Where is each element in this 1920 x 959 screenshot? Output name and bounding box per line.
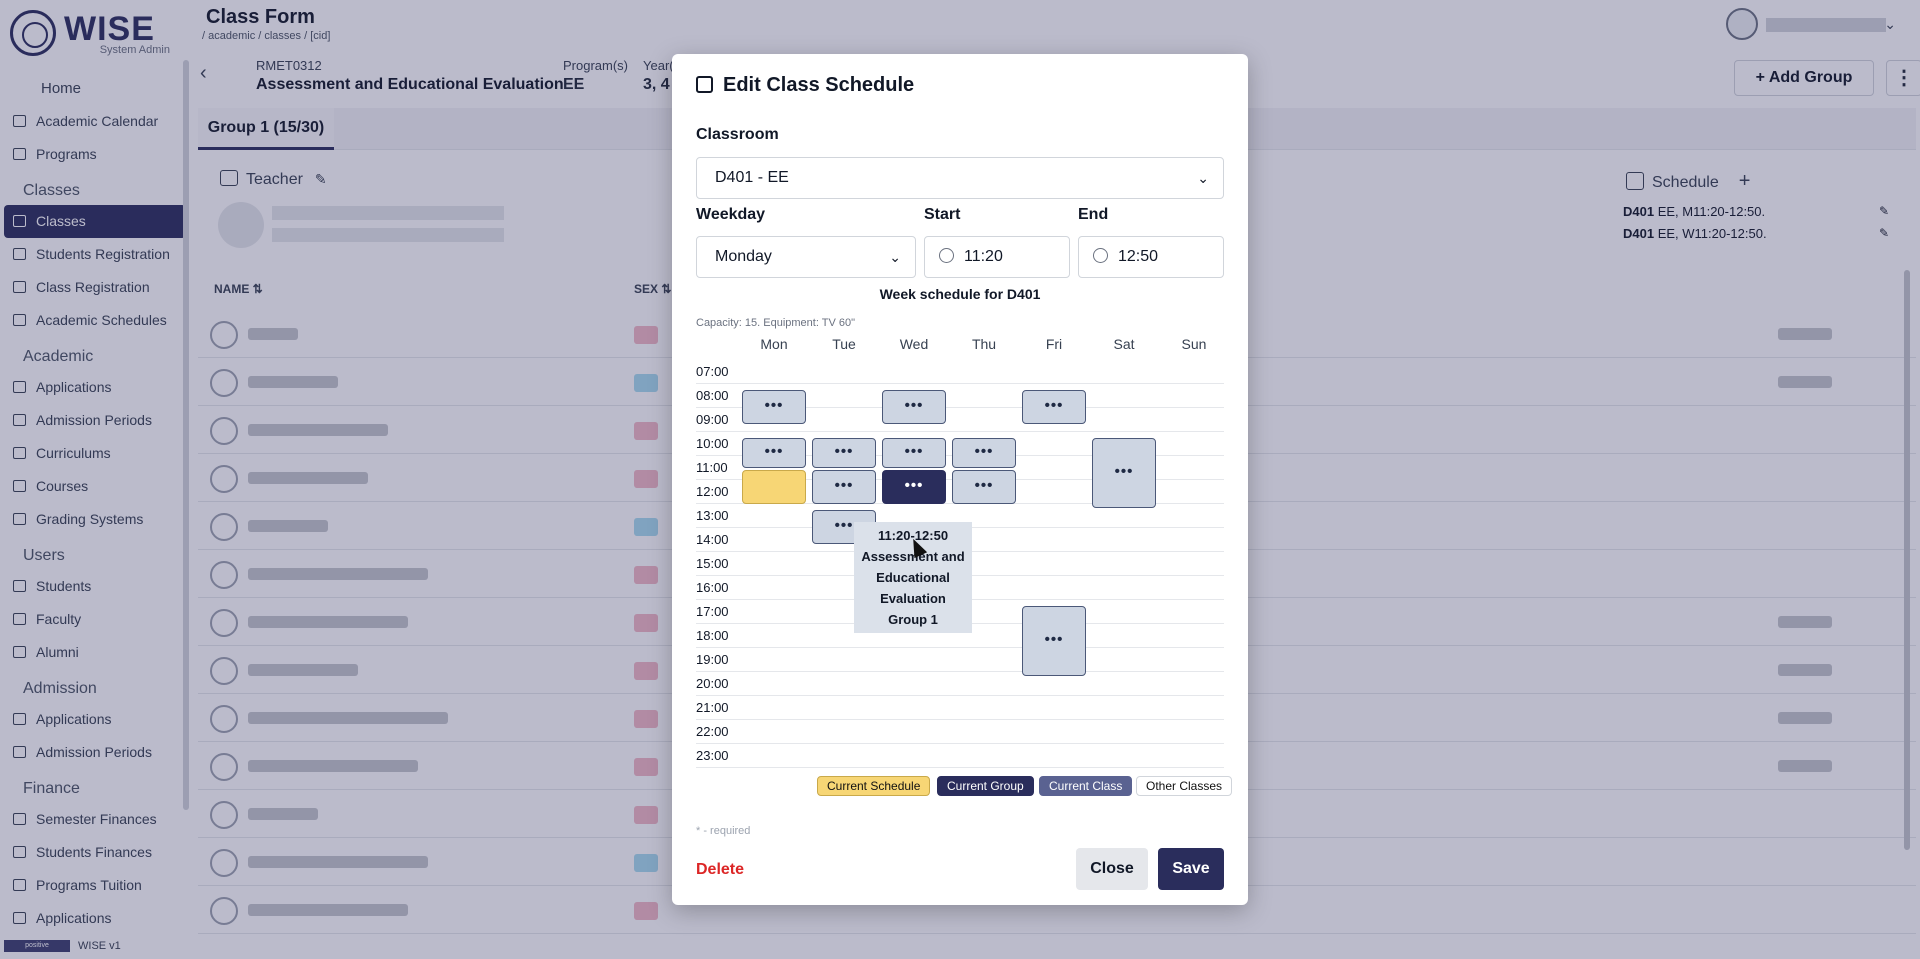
end-label: End xyxy=(1078,206,1109,223)
clock-icon xyxy=(939,248,954,263)
schedule-block-other[interactable]: ••• xyxy=(1022,390,1086,424)
legend-other-classes: Other Classes xyxy=(1136,776,1233,796)
schedule-block-other[interactable]: ••• xyxy=(812,469,876,504)
day-header: Sat xyxy=(1113,336,1135,352)
hour-label: 12:00 xyxy=(696,484,729,499)
weekday-label: Weekday xyxy=(696,206,766,223)
hour-label: 07:00 xyxy=(696,364,729,379)
legend-current-schedule: Current Schedule xyxy=(817,776,931,796)
schedule-block-other[interactable]: ••• xyxy=(952,469,1016,504)
clock-icon xyxy=(1093,248,1108,263)
schedule-block-other[interactable]: ••• xyxy=(882,390,946,424)
required-note: * - required xyxy=(696,825,751,837)
schedule-block-current[interactable] xyxy=(742,469,806,504)
hour-label: 09:00 xyxy=(696,412,729,427)
dialog-title-text: Edit Class Schedule xyxy=(723,74,915,96)
weekday-select[interactable]: Monday ⌄ xyxy=(696,236,916,278)
classroom-label: Classroom xyxy=(696,126,779,143)
schedule-block-other[interactable]: ••• xyxy=(742,438,806,468)
hour-label: 18:00 xyxy=(696,628,729,643)
legend-current-class: Current Class xyxy=(1039,776,1133,796)
calendar-clock-icon xyxy=(696,76,713,93)
schedule-block-other[interactable]: ••• xyxy=(742,390,806,424)
save-button[interactable]: Save xyxy=(1158,848,1224,890)
chevron-down-icon: ⌄ xyxy=(1197,170,1209,186)
start-label: Start xyxy=(924,206,961,223)
day-header: Mon xyxy=(760,336,788,352)
hour-label: 17:00 xyxy=(696,604,729,619)
week-schedule-title: Week schedule for D401 xyxy=(879,286,1041,302)
tooltip-line: Educational xyxy=(876,570,950,585)
day-header: Wed xyxy=(899,336,929,352)
delete-button[interactable]: Delete xyxy=(696,861,744,879)
schedule-block-other[interactable]: ••• xyxy=(1022,606,1086,676)
hour-row: 23:00 xyxy=(696,744,1224,768)
tooltip-line: Evaluation xyxy=(880,591,946,606)
schedule-block-other[interactable]: ••• xyxy=(1092,438,1156,508)
hour-row: 21:00 xyxy=(696,696,1224,720)
schedule-block-other[interactable]: ••• xyxy=(812,438,876,468)
schedule-block-other[interactable]: ••• xyxy=(952,438,1016,468)
hour-label: 20:00 xyxy=(696,676,729,691)
hour-label: 22:00 xyxy=(696,724,729,739)
day-header: Sun xyxy=(1181,336,1207,352)
hour-row: 20:00 xyxy=(696,672,1224,696)
close-button[interactable]: Close xyxy=(1076,848,1148,890)
start-time-value: 11:20 xyxy=(964,248,1003,265)
tooltip-line: Group 1 xyxy=(888,612,938,627)
hour-label: 14:00 xyxy=(696,532,729,547)
end-time-input[interactable]: 12:50 xyxy=(1078,236,1224,278)
hour-label: 23:00 xyxy=(696,748,729,763)
hour-label: 11:00 xyxy=(696,460,728,475)
hour-label: 13:00 xyxy=(696,508,729,523)
day-header: Thu xyxy=(971,336,997,352)
hour-row: 22:00 xyxy=(696,720,1224,744)
hour-label: 21:00 xyxy=(696,700,729,715)
day-header: Tue xyxy=(832,336,856,352)
hour-label: 15:00 xyxy=(696,556,729,571)
classroom-select[interactable]: D401 - EE ⌄ xyxy=(696,157,1224,199)
hour-label: 19:00 xyxy=(696,652,729,667)
schedule-block-group[interactable]: ••• xyxy=(882,469,946,504)
room-capacity: Capacity: 15. Equipment: TV 60" xyxy=(696,317,856,329)
weekday-value: Monday xyxy=(715,248,772,265)
schedule-block-other[interactable]: ••• xyxy=(882,438,946,468)
dialog-title: Edit Class Schedule xyxy=(696,74,914,97)
hour-row: 19:00 xyxy=(696,648,1224,672)
hour-label: 16:00 xyxy=(696,580,729,595)
hour-label: 10:00 xyxy=(696,436,729,451)
end-time-value: 12:50 xyxy=(1118,248,1159,265)
legend-current-group: Current Group xyxy=(937,776,1034,796)
start-time-input[interactable]: 11:20 xyxy=(924,236,1070,278)
day-header: Fri xyxy=(1045,336,1063,352)
edit-schedule-dialog: Edit Class Schedule Classroom D401 - EE ⌄… xyxy=(672,54,1248,905)
hour-label: 08:00 xyxy=(696,388,729,403)
hour-row: 07:00 xyxy=(696,360,1224,384)
chevron-down-icon: ⌄ xyxy=(889,249,901,265)
classroom-value: D401 - EE xyxy=(715,169,789,186)
